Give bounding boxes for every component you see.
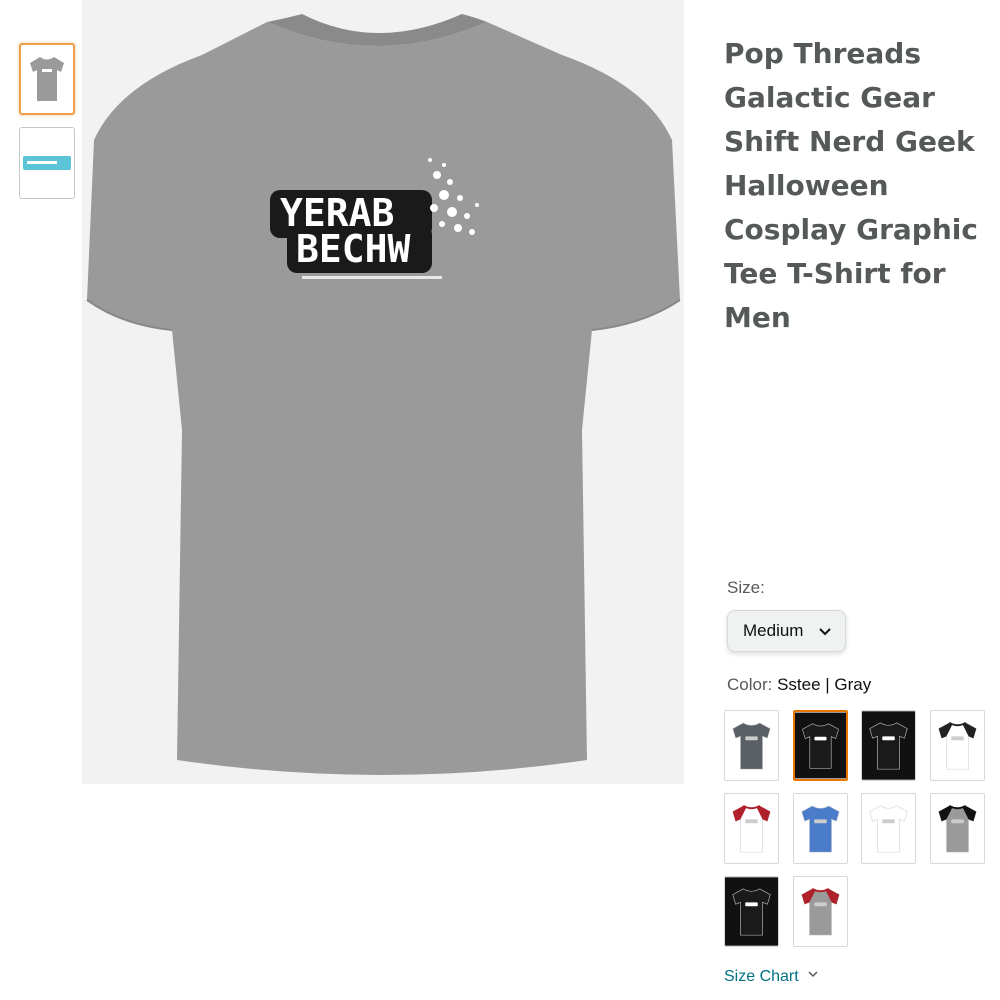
chevron-down-icon <box>808 971 818 978</box>
size-label: Size: <box>727 578 765 597</box>
tshirt-icon <box>30 57 64 101</box>
color-swatch[interactable] <box>861 793 916 864</box>
product-title: Pop Threads Galactic Gear Shift Nerd Gee… <box>724 37 978 334</box>
size-selected-value: Medium <box>743 621 804 640</box>
tshirt-body <box>87 22 680 775</box>
tshirt-icon <box>793 794 847 863</box>
tshirt-icon <box>725 711 778 780</box>
size-dropdown[interactable]: Medium <box>727 610 846 652</box>
main-product-image[interactable]: YERAB BECHW <box>82 0 684 784</box>
color-swatch[interactable] <box>861 710 916 781</box>
gray-shirt-thumbnail[interactable] <box>19 43 75 115</box>
size-chart-banner-icon <box>23 156 71 170</box>
thumbnail-strip <box>19 43 75 211</box>
color-swatch[interactable] <box>724 710 779 781</box>
color-row: Color: Sstee | Gray <box>727 675 871 695</box>
tshirt-icon <box>794 712 846 779</box>
tshirt-icon <box>862 711 915 780</box>
color-swatch[interactable] <box>929 710 985 781</box>
color-swatch[interactable] <box>724 793 779 864</box>
tshirt-icon <box>725 877 778 946</box>
chevron-down-icon <box>819 628 831 636</box>
color-swatch[interactable] <box>792 710 848 781</box>
color-swatch[interactable] <box>929 793 985 864</box>
size-chart-link[interactable]: Size Chart <box>724 968 819 986</box>
tshirt-icon <box>930 794 984 863</box>
print-text-line2: BECHW <box>296 227 411 271</box>
gray-tshirt-image: YERAB BECHW <box>86 14 681 775</box>
color-swatch[interactable] <box>792 876 848 947</box>
color-swatch[interactable] <box>792 793 848 864</box>
size-chart-thumbnail[interactable] <box>19 127 75 199</box>
tshirt-icon <box>930 711 984 780</box>
color-swatch[interactable] <box>724 876 779 947</box>
tshirt-icon <box>725 794 778 863</box>
size-chart-label: Size Chart <box>724 968 799 985</box>
color-selected-value: Sstee | Gray <box>777 675 872 694</box>
tshirt-icon <box>793 877 847 946</box>
color-label: Color: <box>727 675 773 694</box>
tshirt-icon <box>862 794 915 863</box>
